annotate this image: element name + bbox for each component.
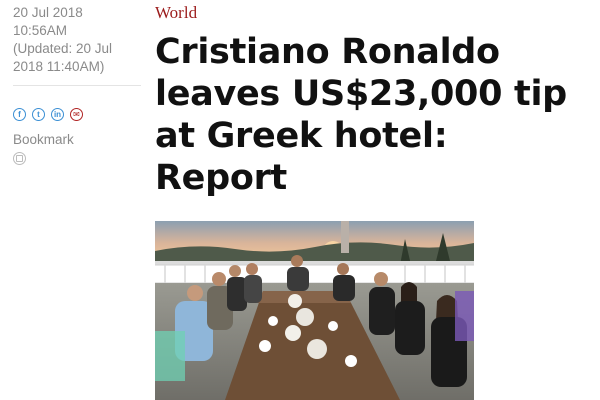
email-icon[interactable]: ✉ xyxy=(70,108,83,121)
published-date: 20 Jul 2018 xyxy=(13,5,83,20)
bookmark-icon[interactable] xyxy=(13,152,26,165)
article-headline: Cristiano Ronaldo leaves US$23,000 tip a… xyxy=(155,32,567,198)
bookmark-link[interactable]: Bookmark xyxy=(13,132,74,147)
published-time: 10:56AM xyxy=(13,23,68,38)
linkedin-icon[interactable]: in xyxy=(51,108,64,121)
meta-divider xyxy=(13,85,141,86)
updated-date: (Updated: 20 Jul xyxy=(13,41,113,56)
article-category[interactable]: World xyxy=(155,3,197,23)
article-meta: 20 Jul 2018 10:56AM (Updated: 20 Jul 201… xyxy=(13,4,143,76)
article-photo xyxy=(155,221,474,400)
share-bar: f t in ✉ xyxy=(13,108,83,121)
updated-time: 2018 11:40AM) xyxy=(13,59,105,74)
group-dinner-photo xyxy=(155,221,474,400)
twitter-icon[interactable]: t xyxy=(32,108,45,121)
facebook-icon[interactable]: f xyxy=(13,108,26,121)
